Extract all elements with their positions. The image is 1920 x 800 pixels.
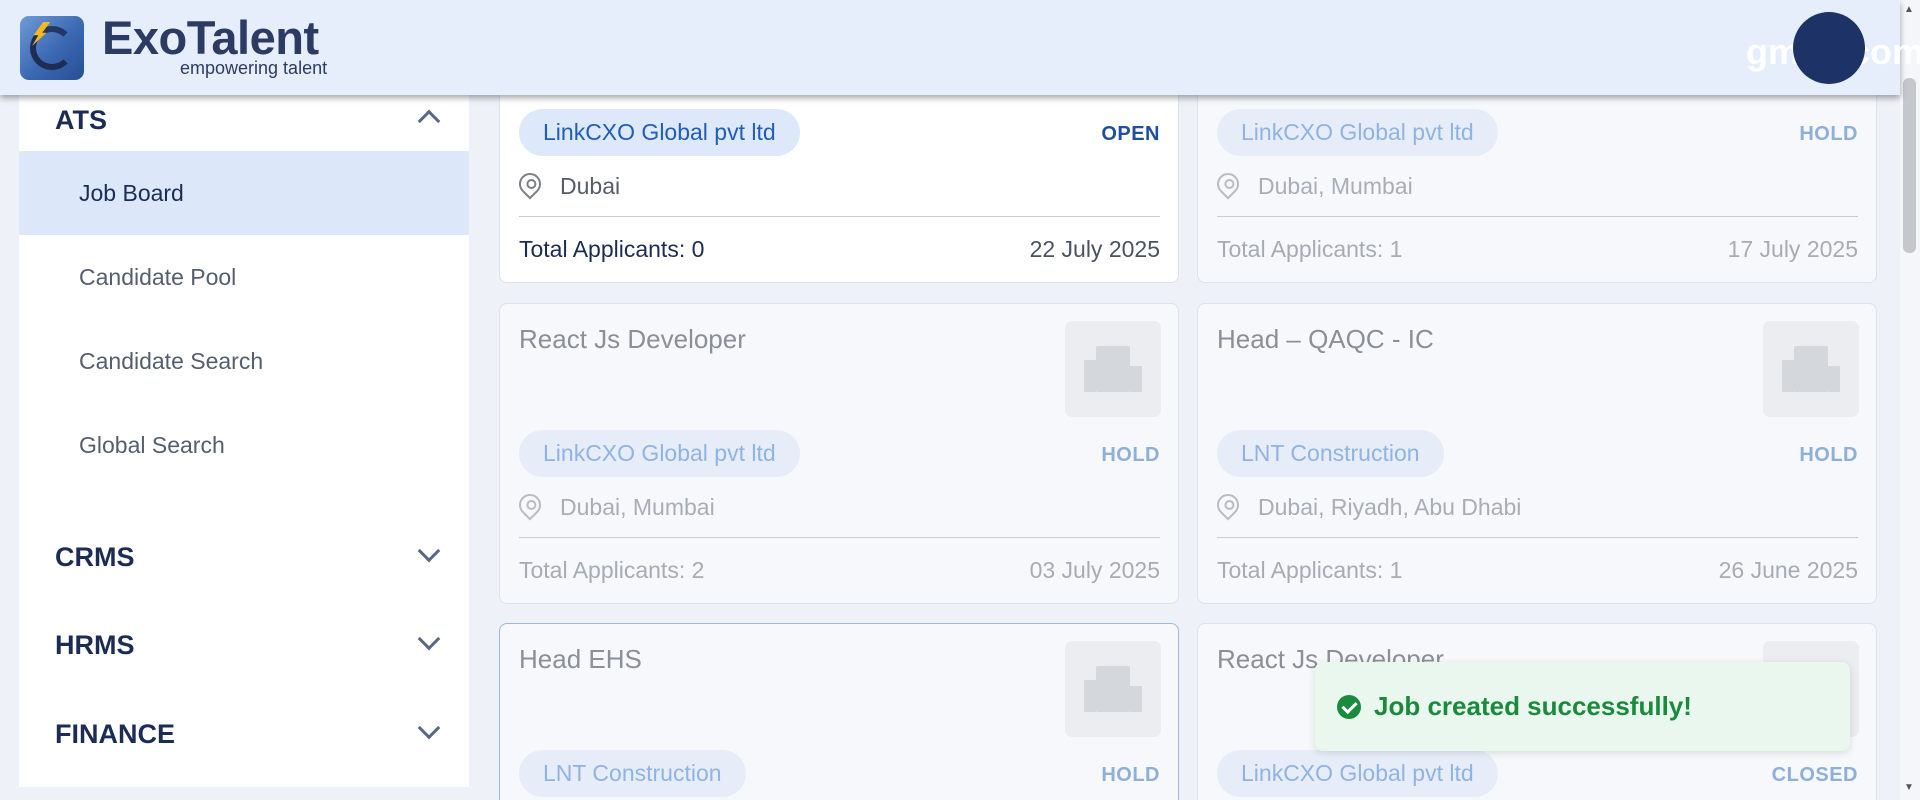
top-header: ExoTalent empowering talent gmail.com	[0, 0, 1920, 95]
nav-section-ats[interactable]: ATS	[55, 105, 107, 136]
brand-tagline: empowering talent	[180, 58, 328, 78]
job-date: 26 June 2025	[1718, 557, 1858, 583]
chevron-down-icon[interactable]	[417, 539, 441, 563]
card-divider	[1217, 216, 1858, 217]
sidebar-item-candidate-pool[interactable]: Candidate Pool	[19, 235, 469, 319]
total-applicants: Total Applicants: 0	[519, 236, 705, 262]
job-location: Dubai, Mumbai	[560, 494, 715, 520]
status-badge: HOLD	[1101, 444, 1160, 466]
scrollbar-thumb[interactable]	[1903, 78, 1916, 253]
nav-section-hrms[interactable]: HRMS	[55, 630, 135, 661]
card-divider	[519, 537, 1160, 538]
company-building-icon	[1065, 641, 1161, 737]
job-title[interactable]: Head – QAQC - IC	[1217, 324, 1434, 355]
company-pill[interactable]: LNT Construction	[519, 750, 746, 797]
company-pill[interactable]: LinkCXO Global pvt ltd	[519, 430, 800, 477]
location-pin-icon	[1212, 168, 1244, 200]
status-badge: HOLD	[1101, 764, 1160, 786]
logo-icon[interactable]	[20, 16, 84, 80]
success-toast[interactable]: Job created successfully!	[1315, 662, 1850, 751]
status-badge: HOLD	[1799, 123, 1858, 145]
nav-section-crms[interactable]: CRMS	[55, 542, 135, 573]
chevron-down-icon[interactable]	[417, 716, 441, 740]
card-divider	[519, 216, 1160, 217]
job-date: 22 July 2025	[1029, 236, 1160, 262]
check-circle-icon	[1337, 695, 1361, 719]
avatar[interactable]	[1793, 12, 1865, 84]
sidebar-item-candidate-search[interactable]: Candidate Search	[19, 319, 469, 403]
location-pin-icon	[514, 489, 546, 521]
company-pill[interactable]: LinkCXO Global pvt ltd	[519, 109, 800, 156]
sidebar-item-global-search[interactable]: Global Search	[19, 403, 469, 487]
job-date: 17 July 2025	[1727, 236, 1858, 262]
job-location: Dubai, Riyadh, Abu Dhabi	[1258, 494, 1522, 520]
chevron-down-icon[interactable]	[417, 627, 441, 651]
scroll-up-arrow-icon[interactable]: ▲	[1904, 4, 1914, 15]
nav-section-finance[interactable]: FINANCE	[55, 719, 175, 750]
location-pin-icon	[1212, 489, 1244, 521]
card-divider	[1217, 537, 1858, 538]
job-card[interactable]: Head EHS LNT Construction HOLD	[499, 623, 1179, 800]
job-location: Dubai, Mumbai	[1258, 173, 1413, 199]
company-building-icon	[1065, 321, 1161, 417]
job-card[interactable]: Head – QAQC - IC LNT Construction HOLD D…	[1197, 303, 1877, 604]
company-pill[interactable]: LNT Construction	[1217, 430, 1444, 477]
job-title[interactable]: React Js Developer	[519, 324, 746, 355]
total-applicants: Total Applicants: 2	[519, 557, 705, 583]
total-applicants: Total Applicants: 1	[1217, 236, 1403, 262]
toast-message: Job created successfully!	[1374, 691, 1692, 721]
scroll-down-arrow-icon[interactable]: ▼	[1904, 782, 1914, 793]
job-title[interactable]: Head EHS	[519, 644, 642, 675]
total-applicants: Total Applicants: 1	[1217, 557, 1403, 583]
brand-name: ExoTalent	[102, 11, 319, 64]
status-badge: CLOSED	[1771, 764, 1858, 786]
status-badge: OPEN	[1101, 123, 1160, 145]
status-badge: HOLD	[1799, 444, 1858, 466]
company-building-icon	[1763, 321, 1859, 417]
sidebar: ATS Job Board Candidate Pool Candidate S…	[19, 95, 469, 787]
sidebar-item-job-board[interactable]: Job Board	[19, 151, 469, 235]
job-date: 03 July 2025	[1029, 557, 1160, 583]
location-pin-icon	[514, 168, 546, 200]
job-card[interactable]: React Js Developer LinkCXO Global pvt lt…	[499, 303, 1179, 604]
company-pill[interactable]: LinkCXO Global pvt ltd	[1217, 750, 1498, 797]
chevron-up-icon[interactable]	[417, 109, 441, 133]
job-location: Dubai	[560, 173, 621, 199]
company-pill[interactable]: LinkCXO Global pvt ltd	[1217, 109, 1498, 156]
